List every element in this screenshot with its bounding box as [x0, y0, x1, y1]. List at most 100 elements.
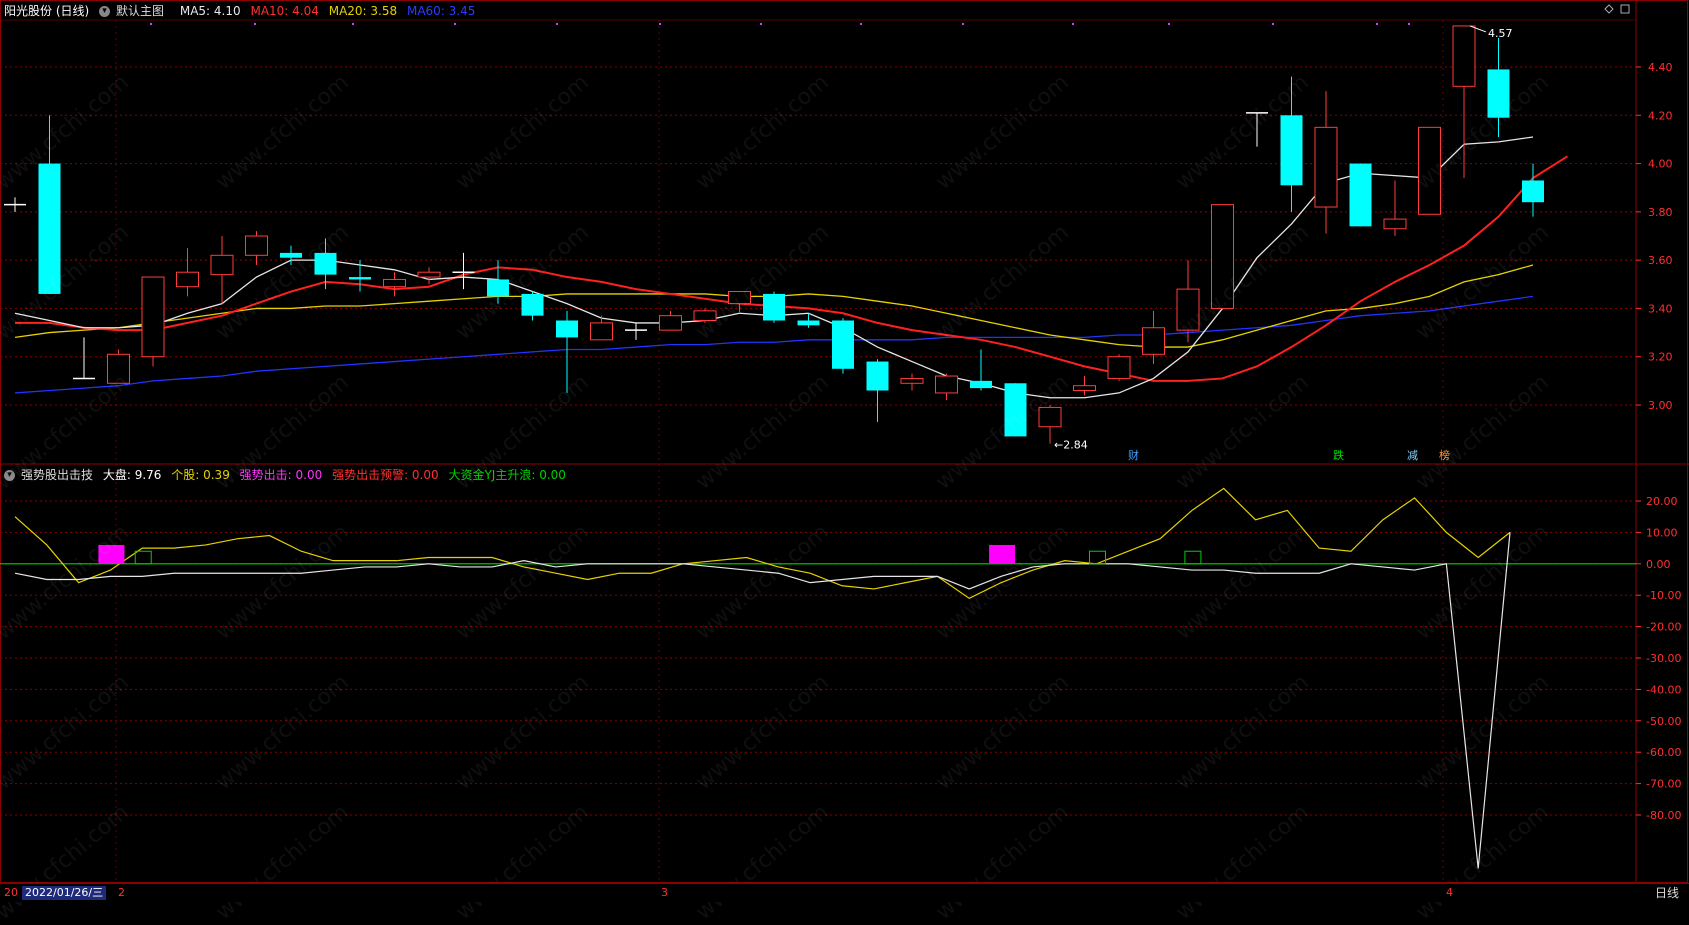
candle-body-up: [659, 315, 682, 331]
candle-body-up: [417, 271, 441, 278]
candle-body-up: [693, 310, 717, 322]
indicator-tick-label: -10.00: [1646, 589, 1681, 602]
signal-bar-magenta: [989, 544, 1016, 564]
price-tick-label: 3.60: [1648, 254, 1673, 267]
indicator-tick-label: 0.00: [1646, 558, 1671, 571]
candle-body-up: [1176, 288, 1200, 331]
candle-body-down: [314, 252, 337, 275]
top-marker-dot: [1408, 23, 1410, 25]
top-marker-dot: [1072, 23, 1074, 25]
event-label: 跌: [1333, 448, 1344, 462]
month-label: 3: [661, 886, 668, 899]
price-tick-label: 4.40: [1648, 61, 1673, 74]
signal-bar-green: [1184, 550, 1202, 565]
candles: [4, 25, 1544, 444]
event-label: 榜: [1439, 448, 1450, 462]
candle-body-down: [487, 279, 509, 297]
candle-body-up: [210, 254, 234, 276]
candle-body-down: [280, 252, 302, 258]
price-tick-label: 3.80: [1648, 206, 1673, 219]
period-label[interactable]: 日线: [1655, 886, 1679, 900]
candle-body-down: [763, 293, 785, 321]
candle-body-up: [141, 276, 165, 358]
candle-body-up: [245, 235, 268, 256]
candle-body-up: [1211, 204, 1234, 309]
indicator-tick-label: 10.00: [1646, 526, 1678, 539]
maximize-icon: [1620, 4, 1630, 14]
indicator-tick-label: -40.00: [1646, 683, 1681, 696]
cursor-date: 2022/01/26/三: [22, 886, 107, 900]
price-tick-label: 4.20: [1648, 109, 1673, 122]
candle-body-up: [728, 291, 751, 305]
indicator-tick-label: 20.00: [1646, 495, 1678, 508]
candle-body-up: [176, 271, 199, 288]
top-marker-dot: [556, 23, 558, 25]
annotations: 4.57 ←2.84 财 跌 减 榜: [1054, 25, 1513, 462]
indicator-lines: [0, 487, 1636, 869]
month-label: 2: [118, 886, 125, 899]
indicator-tick-label: -20.00: [1646, 621, 1681, 634]
price-tick-label: 3.40: [1648, 302, 1673, 315]
candle-body-down: [970, 380, 992, 389]
candle-body-up: [935, 375, 958, 394]
candle-body-down: [1487, 69, 1510, 118]
top-marker-dot: [454, 23, 456, 25]
indicator-tick-label: -30.00: [1646, 652, 1681, 665]
top-marker-dot: [254, 23, 256, 25]
indicator-axis: 20.00 10.00 0.00 -10.00 -20.00 -30.00 -40.00 -5…: [1636, 495, 1681, 822]
candle-body-down: [1522, 180, 1544, 203]
month-label: 4: [1446, 886, 1453, 899]
candle-body-up: [590, 322, 613, 341]
event-label: 财: [1128, 448, 1139, 462]
signal-bar-green: [1088, 550, 1106, 565]
indicator-white-line: [14, 532, 1511, 869]
candle-body-up: [1107, 356, 1131, 379]
candle-body-up: [1142, 327, 1165, 355]
candle-body-down: [1349, 163, 1372, 227]
candle-body-down: [1004, 383, 1027, 437]
candle-body-up: [1452, 25, 1476, 87]
price-tick-label: 4.00: [1648, 158, 1673, 171]
price-gridlines: [0, 20, 1636, 883]
time-axis-bar: 20 2022/01/26/三 2 3 4 日线: [0, 883, 1689, 902]
candle-body-down: [1280, 115, 1303, 186]
signal-bar-magenta: [98, 544, 125, 564]
candle-body-up: [1314, 126, 1338, 208]
indicator-tick-label: -50.00: [1646, 715, 1681, 728]
indicator-tick-label: -70.00: [1646, 778, 1681, 791]
top-marker-dot: [1272, 23, 1274, 25]
top-marker-dot: [962, 23, 964, 25]
corner-icons: [1604, 4, 1630, 14]
price-tick-label: 3.00: [1648, 399, 1673, 412]
indicator-yellow-line: [14, 487, 1511, 600]
top-marker-dot: [352, 23, 354, 25]
candle-body-up: [1418, 126, 1441, 215]
candle-body-down: [521, 293, 544, 316]
price-axis: 4.40 4.20 4.00 3.80 3.60 3.40 3.20 3.00: [1636, 61, 1673, 412]
candle-body-up: [1073, 385, 1096, 392]
candle-body-down: [866, 361, 889, 391]
price-tick-label: 3.20: [1648, 351, 1673, 364]
top-marker-dot: [860, 23, 862, 25]
high-price-label: 4.57: [1488, 27, 1513, 40]
kline-chart[interactable]: 4.40 4.20 4.00 3.80 3.60 3.40 3.20 3.00 20.00 10…: [0, 0, 1689, 883]
indicator-gridlines: [0, 500, 1636, 816]
candle-body-up: [1038, 406, 1062, 428]
candle-body-down: [832, 320, 854, 369]
candle-body-down: [38, 163, 61, 294]
event-label: 减: [1407, 449, 1418, 462]
top-marker-dot: [1376, 23, 1378, 25]
top-marker-dot: [1168, 23, 1170, 25]
candle-body-down: [349, 277, 371, 280]
top-marker-dot: [659, 23, 661, 25]
candle-body-up: [383, 278, 406, 288]
candle-body-down: [556, 320, 578, 338]
candle-body-up: [1383, 218, 1407, 230]
indicator-tick-label: -60.00: [1646, 746, 1681, 759]
indicator-tick-label: -80.00: [1646, 809, 1681, 822]
low-price-label: ←2.84: [1054, 439, 1088, 452]
candle-body-up: [900, 377, 924, 384]
top-marker-dot: [150, 23, 152, 25]
top-dots: [150, 23, 1410, 25]
signal-bar-green: [134, 550, 152, 565]
